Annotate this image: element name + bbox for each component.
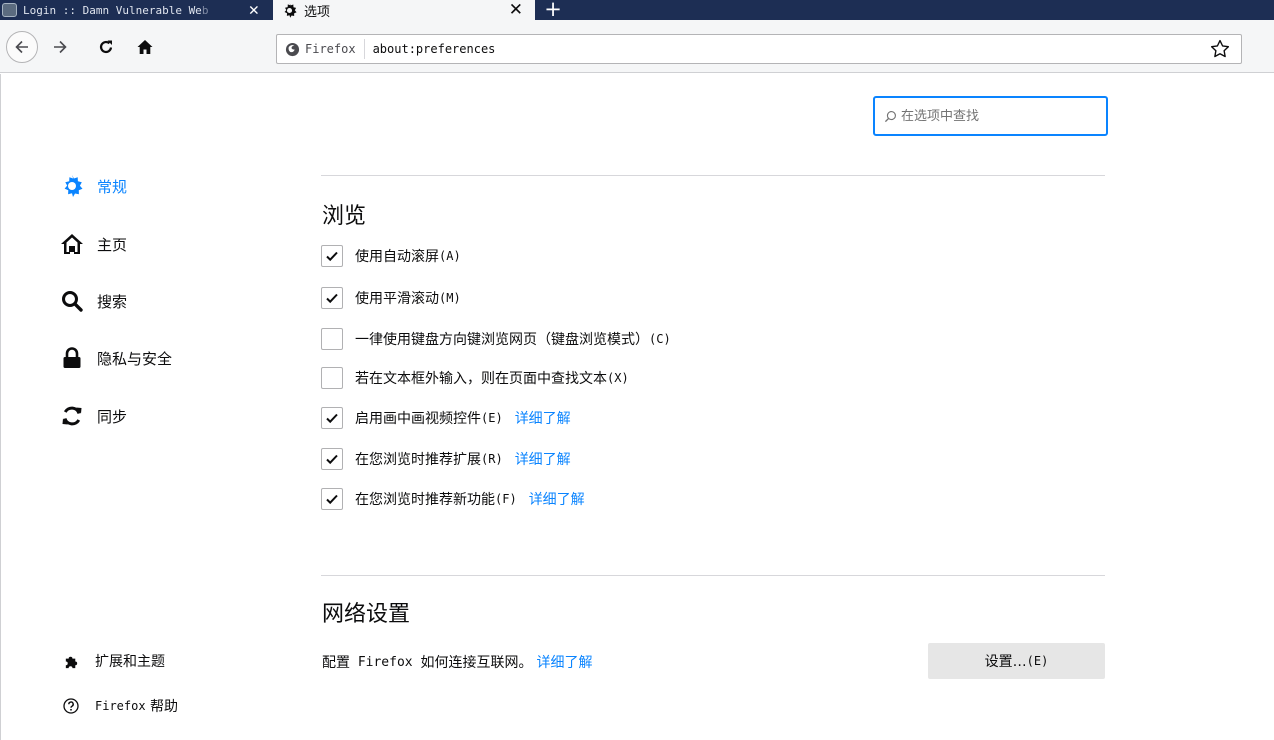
browsing-section-title: 浏览 [322, 204, 367, 229]
learn-more-link[interactable]: 详细了解 [529, 489, 585, 509]
page-favicon-icon [2, 3, 17, 17]
option-recommend-extensions[interactable]: 在您浏览时推荐扩展 (R) 详细了解 [321, 447, 571, 471]
new-tab-button[interactable]: + [543, 0, 563, 20]
tab-preferences[interactable]: 选项 ✕ [273, 0, 535, 20]
option-search-on-type[interactable]: 若在文本框外输入，则在页面中查找文本 (X) [321, 366, 629, 390]
option-label: 一律使用键盘方向键浏览网页（键盘浏览模式） [355, 332, 649, 348]
url-text[interactable]: about:preferences [365, 42, 496, 56]
home-icon [136, 38, 154, 56]
addons-label: 扩展和主题 [95, 654, 165, 670]
firefox-logo-icon [285, 42, 300, 57]
forward-button[interactable] [48, 34, 72, 60]
tab-close-button[interactable]: ✕ [249, 0, 259, 20]
checkbox-unchecked[interactable] [321, 367, 343, 389]
category-label: 常规 [97, 177, 128, 196]
tab-close-button[interactable]: ✕ [509, 0, 523, 20]
category-label: 隐私与安全 [97, 349, 173, 368]
category-home[interactable]: 主页 [60, 232, 127, 256]
category-sync[interactable]: 同步 [60, 404, 127, 428]
access-key: (E) [1026, 654, 1049, 668]
addons-link[interactable]: 扩展和主题 [60, 650, 165, 672]
help-link[interactable]: Firefox 帮助 [60, 695, 178, 717]
checkbox-checked[interactable] [321, 407, 343, 429]
learn-more-link[interactable]: 详细了解 [515, 449, 571, 469]
url-bar[interactable]: Firefox about:preferences [276, 34, 1242, 64]
tab-strip: Login :: Damn Vulnerable Web ✕ 选项 ✕ + [0, 0, 1274, 20]
window-edge [0, 74, 1, 740]
help-label-brand: Firefox [95, 699, 146, 713]
option-label: 使用自动滚屏 [355, 249, 439, 265]
learn-more-link[interactable]: 详细了解 [536, 652, 592, 672]
access-key: (E) [481, 411, 503, 425]
access-key: (A) [439, 249, 461, 263]
option-label: 若在文本框外输入，则在页面中查找文本 [355, 371, 607, 387]
learn-more-link[interactable]: 详细了解 [515, 408, 571, 428]
navigation-toolbar: Firefox about:preferences [0, 20, 1274, 73]
option-smooth-scrolling[interactable]: 使用平滑滚动 (M) [321, 286, 461, 310]
category-search[interactable]: 搜索 [60, 289, 127, 313]
option-picture-in-picture[interactable]: 启用画中画视频控件 (E) 详细了解 [321, 406, 571, 430]
tab-title: 选项 [304, 4, 331, 20]
option-label: 在您浏览时推荐扩展 [355, 452, 481, 468]
checkbox-checked[interactable] [321, 488, 343, 510]
identity-box[interactable]: Firefox [277, 39, 365, 59]
checkbox-checked[interactable] [321, 448, 343, 470]
option-label: 启用画中画视频控件 [355, 411, 481, 427]
home-button[interactable] [133, 34, 157, 60]
category-label: 同步 [97, 407, 128, 426]
checkbox-unchecked[interactable] [321, 328, 343, 350]
checkbox-checked[interactable] [321, 245, 343, 267]
network-desc-suffix: 如何连接互联网。 [420, 655, 533, 671]
reload-icon [97, 38, 115, 56]
category-privacy[interactable]: 隐私与安全 [60, 346, 172, 370]
search-icon [60, 289, 84, 313]
option-label: 使用平滑滚动 [355, 291, 439, 307]
network-section-title: 网络设置 [322, 602, 411, 627]
access-key: (F) [495, 492, 517, 506]
home-icon [60, 232, 84, 256]
section-divider [321, 175, 1105, 176]
back-button[interactable] [6, 31, 38, 63]
tab-title: Login :: Damn Vulnerable We [23, 3, 202, 17]
reload-button[interactable] [94, 34, 118, 60]
category-label: 搜索 [97, 292, 128, 311]
puzzle-icon [60, 650, 82, 672]
forward-arrow-icon [51, 38, 69, 56]
help-label: 帮助 [150, 699, 179, 715]
access-key: (X) [607, 371, 629, 385]
search-input[interactable] [901, 108, 1091, 124]
preferences-search-box[interactable] [873, 96, 1108, 136]
preferences-page: 常规 主页 搜索 隐私与安全 同步 扩展和主题 Firefox 帮助 [0, 74, 1274, 740]
lock-icon [60, 346, 84, 370]
gear-icon [60, 174, 84, 198]
network-desc-prefix: 配置 [322, 655, 350, 671]
tab-title-fade: b [201, 3, 209, 17]
access-key: (R) [481, 452, 503, 466]
help-icon [60, 695, 82, 717]
option-recommend-features[interactable]: 在您浏览时推荐新功能 (F) 详细了解 [321, 487, 585, 511]
button-label: 设置… [984, 654, 1027, 670]
search-icon [884, 110, 897, 123]
section-divider [321, 575, 1105, 576]
option-caret-browsing[interactable]: 一律使用键盘方向键浏览网页（键盘浏览模式） (C) [321, 327, 671, 351]
gear-icon [281, 2, 298, 19]
checkbox-checked[interactable] [321, 287, 343, 309]
tab-dvwa-login[interactable]: Login :: Damn Vulnerable Web ✕ [0, 0, 265, 20]
option-label: 在您浏览时推荐新功能 [355, 492, 495, 508]
bookmark-star-icon[interactable] [1209, 38, 1231, 60]
option-autoscroll[interactable]: 使用自动滚屏 (A) [321, 244, 461, 268]
connection-settings-button[interactable]: 设置… (E) [928, 643, 1105, 679]
category-general[interactable]: 常规 [60, 174, 127, 198]
back-arrow-icon [13, 38, 31, 56]
identity-label: Firefox [305, 42, 356, 56]
category-label: 主页 [97, 235, 128, 254]
access-key: (C) [649, 332, 671, 346]
access-key: (M) [439, 291, 461, 305]
network-desc-brand: Firefox [350, 654, 421, 670]
sync-icon [60, 404, 84, 428]
network-description: 配置 Firefox 如何连接互联网。 详细了解 [322, 650, 592, 674]
